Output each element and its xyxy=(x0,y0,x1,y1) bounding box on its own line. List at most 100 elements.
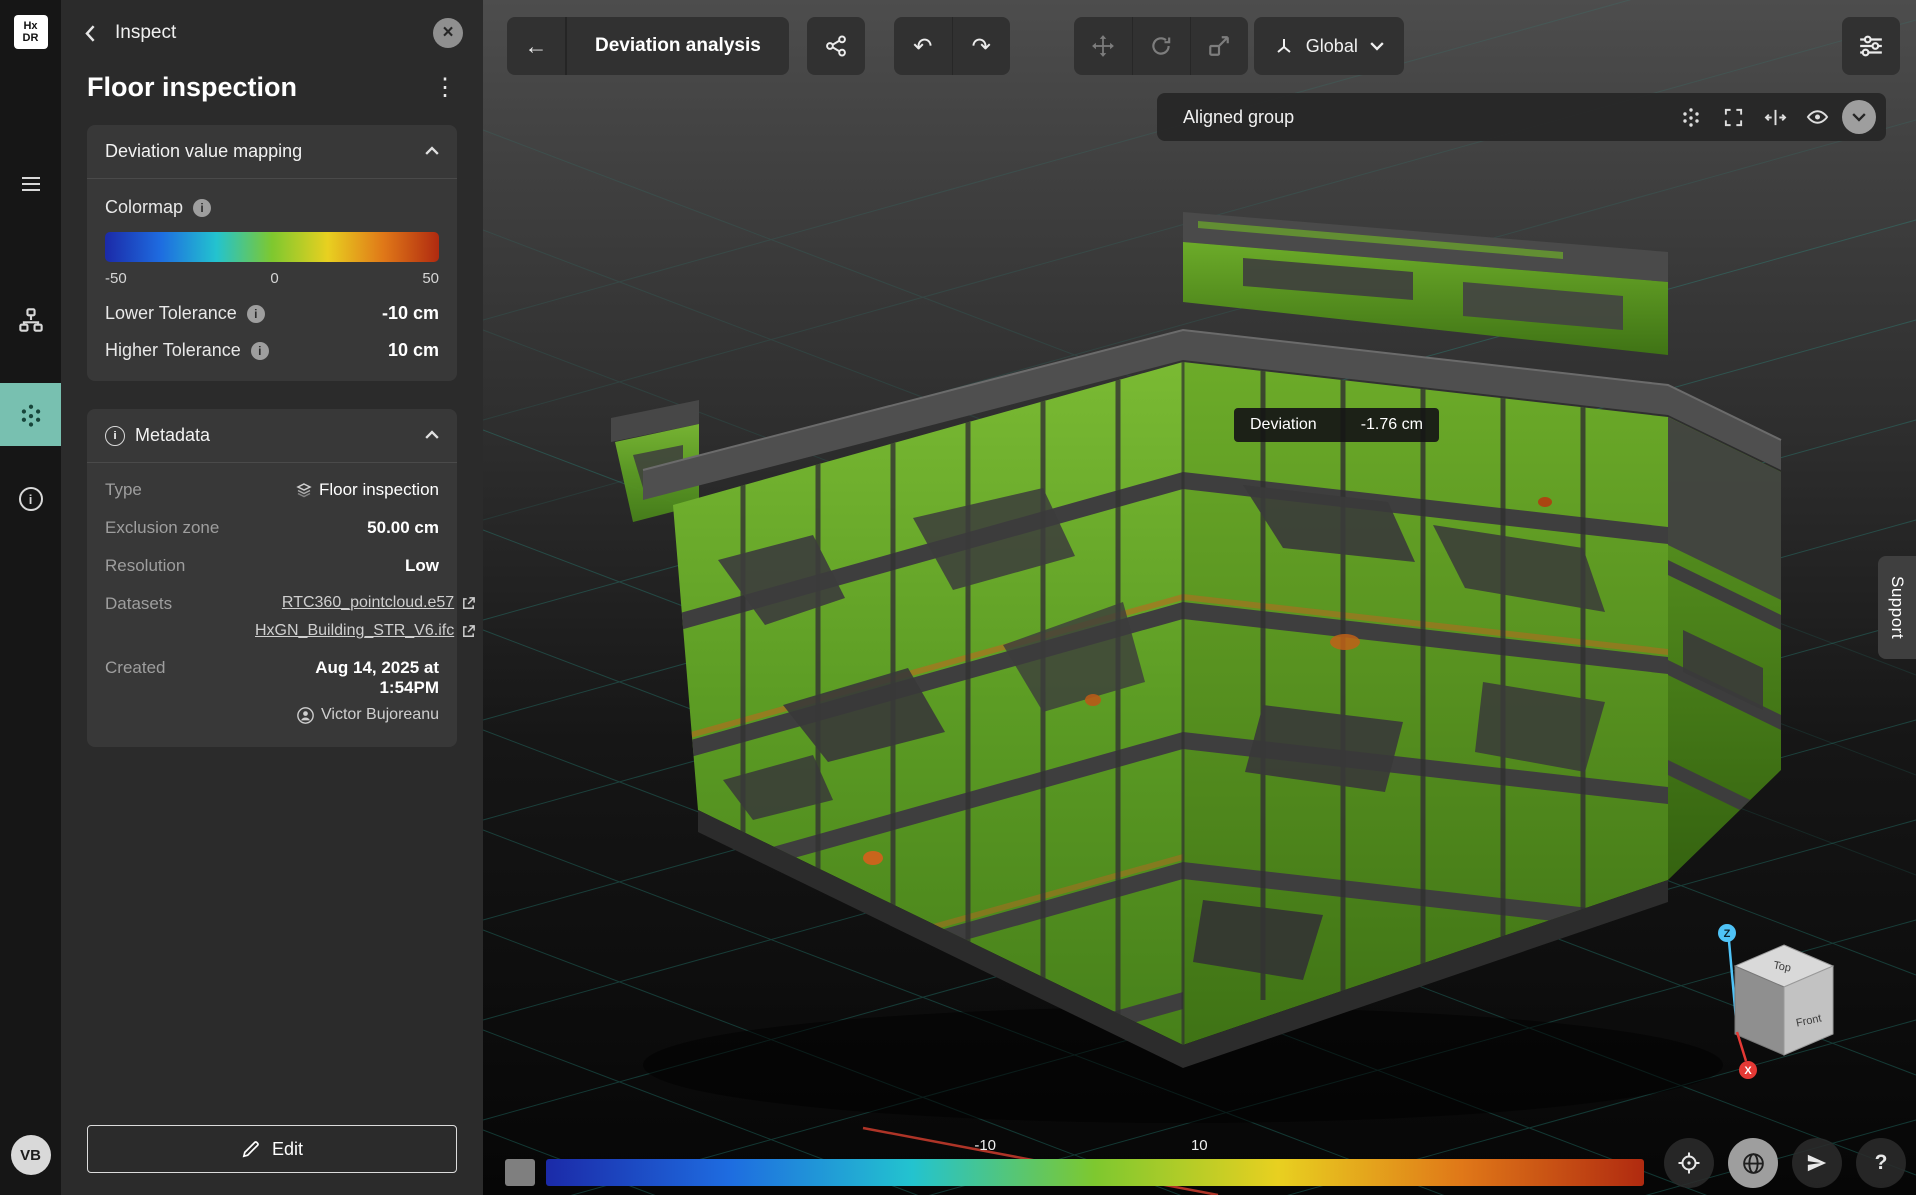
move-icon xyxy=(1091,34,1115,58)
viewport-3d[interactable]: ← Deviation analysis ↶ ↷ xyxy=(483,0,1916,1195)
meta-row-type: Type Floor inspection xyxy=(87,471,457,509)
hxdr-logo: Hx DR xyxy=(14,15,48,49)
move-button[interactable] xyxy=(1074,17,1132,75)
higher-tolerance-info-icon[interactable]: i xyxy=(251,342,269,360)
external-link-icon xyxy=(461,624,476,639)
kebab-menu-button[interactable]: ⋮ xyxy=(433,73,457,102)
chevron-down-icon xyxy=(1370,41,1384,51)
pencil-icon xyxy=(241,1140,260,1159)
frame-corners-icon xyxy=(1723,107,1744,128)
inspect-tool-button[interactable] xyxy=(0,383,61,446)
deviation-scale-bar xyxy=(546,1159,1644,1186)
colormap-info-icon[interactable]: i xyxy=(193,199,211,217)
undo-button[interactable]: ↶ xyxy=(894,17,952,75)
dataset-link-1[interactable]: RTC360_pointcloud.e57 xyxy=(282,594,476,612)
kebab-icon: ⋮ xyxy=(433,74,457,101)
share-group xyxy=(807,17,865,75)
distance-arrows-icon xyxy=(1764,107,1787,128)
app-root: Hx DR i VB Inspect × Floor inspection ⋮ xyxy=(0,0,1916,1195)
project-structure-button[interactable] xyxy=(0,297,61,343)
deviation-mapping-card: Deviation value mapping Colormap i -50 0… xyxy=(87,125,457,381)
help-button[interactable]: ? xyxy=(1856,1138,1906,1188)
panel-close-button[interactable]: × xyxy=(433,18,463,48)
colormap-gradient-bar xyxy=(105,232,439,262)
dataset-link-2[interactable]: HxGN_Building_STR_V6.ifc xyxy=(255,622,476,640)
dataset-name: RTC360_pointcloud.e57 xyxy=(282,594,454,612)
point-cloud-icon xyxy=(18,402,44,428)
support-tab[interactable]: Support xyxy=(1878,556,1916,659)
info-glyph: i xyxy=(113,430,116,442)
created-label: Created xyxy=(105,658,255,678)
panel-back-button[interactable] xyxy=(81,21,99,46)
aligned-group-title: Aligned group xyxy=(1183,107,1294,128)
visibility-button[interactable] xyxy=(1800,100,1834,134)
person-icon xyxy=(297,707,314,724)
external-link-icon xyxy=(461,596,476,611)
measure-distance-button[interactable] xyxy=(1758,100,1792,134)
user-avatar[interactable]: VB xyxy=(11,1135,51,1175)
higher-tolerance-value: 10 cm xyxy=(388,340,439,361)
metadata-header[interactable]: i Metadata xyxy=(87,409,457,462)
created-value: Aug 14, 2025 at 1:54PM xyxy=(255,658,439,698)
lower-tolerance-info-icon[interactable]: i xyxy=(247,305,265,323)
info-glyph: i xyxy=(29,492,33,507)
crosshair-icon xyxy=(1677,1151,1701,1175)
paper-plane-icon xyxy=(1806,1152,1828,1174)
chevron-down-icon xyxy=(1852,112,1866,122)
scale-button[interactable] xyxy=(1190,17,1248,75)
colormap-scale: -50 0 50 xyxy=(105,270,439,287)
collapse-group-button[interactable] xyxy=(1842,100,1876,134)
dataset-name: HxGN_Building_STR_V6.ifc xyxy=(255,622,454,640)
exclusion-label: Exclusion zone xyxy=(105,518,255,538)
lower-tolerance-row: Lower Tolerance i -10 cm xyxy=(105,303,439,324)
metadata-info-icon: i xyxy=(105,426,125,446)
title-group: ← Deviation analysis xyxy=(507,17,789,75)
meta-row-created: Created Aug 14, 2025 at 1:54PM Victor Bu… xyxy=(87,649,457,733)
rotate-icon xyxy=(1149,34,1173,58)
logo-line1: Hx xyxy=(23,20,37,32)
globe-view-button[interactable] xyxy=(1728,1138,1778,1188)
card-title: Metadata xyxy=(135,425,210,446)
chevron-left-icon xyxy=(85,25,95,42)
edit-button[interactable]: Edit xyxy=(87,1125,457,1173)
rotate-button[interactable] xyxy=(1132,17,1190,75)
scale-icon xyxy=(1207,34,1231,58)
undo-icon: ↶ xyxy=(913,33,932,60)
created-by: Victor Bujoreanu xyxy=(297,706,439,724)
axis-z-label: Z xyxy=(1724,928,1731,940)
info-icon: i xyxy=(19,487,43,511)
metadata-card: i Metadata Type Floor inspection Exclusi… xyxy=(87,409,457,747)
point-cloud-icon xyxy=(1680,106,1702,128)
back-button[interactable]: ← xyxy=(507,17,565,75)
hamburger-icon xyxy=(19,172,43,196)
aligned-group-bar: Aligned group xyxy=(1157,93,1886,141)
viewport-toolbar: ← Deviation analysis ↶ ↷ xyxy=(507,17,1404,75)
created-by-name: Victor Bujoreanu xyxy=(321,706,439,724)
point-cloud-toggle-button[interactable] xyxy=(1674,100,1708,134)
viewport-actions: ? xyxy=(1664,1138,1906,1188)
deviation-tooltip: Deviation -1.76 cm xyxy=(1234,408,1439,442)
share-button[interactable] xyxy=(807,17,865,75)
layers-icon xyxy=(296,482,312,498)
page-title: Floor inspection xyxy=(87,72,297,103)
zoom-to-fit-button[interactable] xyxy=(1716,100,1750,134)
global-label: Global xyxy=(1306,36,1358,57)
global-dropdown[interactable]: Global xyxy=(1254,17,1404,75)
locate-button[interactable] xyxy=(1664,1138,1714,1188)
eye-icon xyxy=(1806,109,1829,125)
navigation-cube[interactable]: Z Top Front X xyxy=(1718,918,1853,1093)
type-label: Type xyxy=(105,480,255,500)
scale-mid: 0 xyxy=(270,270,278,287)
back-arrow-icon: ← xyxy=(525,33,548,60)
deviation-mapping-header[interactable]: Deviation value mapping xyxy=(87,125,457,178)
lower-tolerance-label: Lower Tolerance xyxy=(105,303,237,324)
redo-button[interactable]: ↷ xyxy=(952,17,1010,75)
type-text: Floor inspection xyxy=(319,480,439,500)
view-settings-button[interactable] xyxy=(1842,17,1900,75)
out-of-range-swatch xyxy=(505,1159,535,1186)
scale-max: 50 xyxy=(422,270,439,287)
scene-3d-render xyxy=(483,0,1916,1195)
send-feedback-button[interactable] xyxy=(1792,1138,1842,1188)
menu-button[interactable] xyxy=(0,161,61,207)
info-button[interactable]: i xyxy=(0,476,61,522)
